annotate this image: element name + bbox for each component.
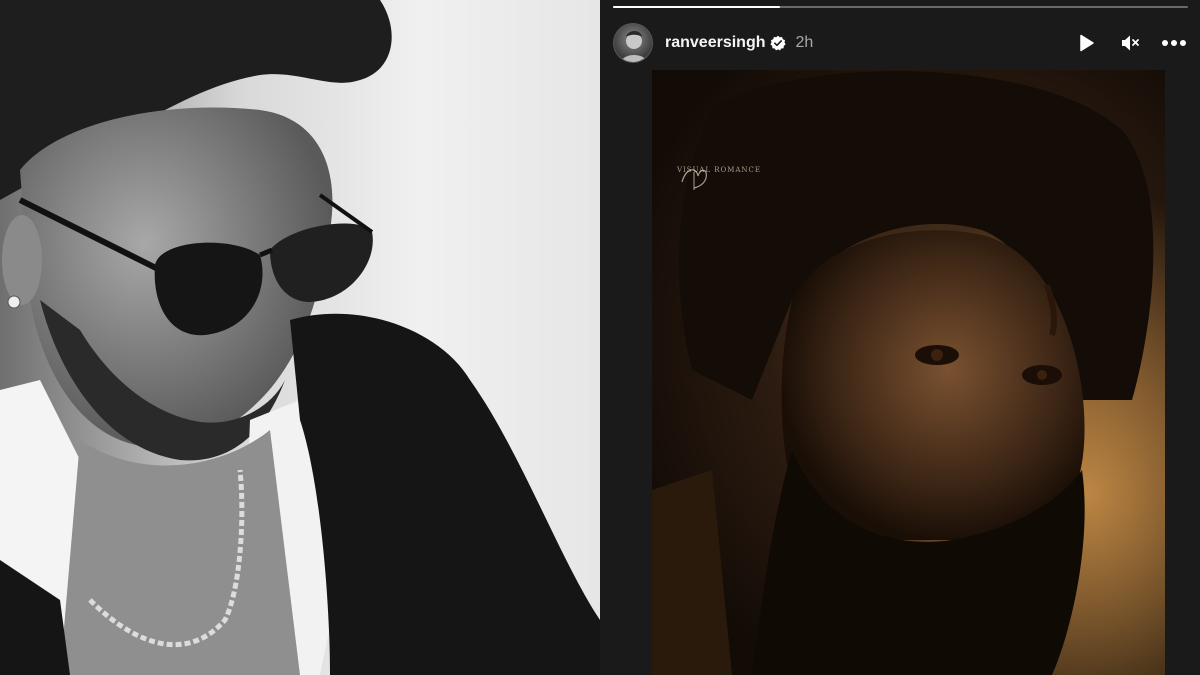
story-image xyxy=(652,70,1165,675)
story-media[interactable]: VISUAL ROMANCE xyxy=(652,70,1165,675)
story-progress-fill xyxy=(613,6,780,8)
avatar-image xyxy=(620,31,648,62)
page: ranveersingh 2h VISUAL ROMANCE xyxy=(0,0,1200,675)
more-options-icon xyxy=(1162,40,1186,46)
play-button[interactable] xyxy=(1072,29,1100,57)
story-progress-bar xyxy=(613,6,1188,8)
story-controls xyxy=(1072,29,1188,57)
portrait-illustration xyxy=(0,0,600,675)
story-header: ranveersingh 2h xyxy=(613,22,1188,64)
more-options-button[interactable] xyxy=(1160,29,1188,57)
portrait-photo xyxy=(0,0,600,675)
story-viewer: ranveersingh 2h VISUAL ROMANCE xyxy=(600,0,1200,675)
story-timestamp: 2h xyxy=(795,34,814,51)
play-icon xyxy=(1080,34,1094,52)
watermark-logo-icon xyxy=(681,169,707,190)
volume-muted-icon xyxy=(1122,35,1139,51)
verified-badge-icon xyxy=(770,35,787,51)
watermark: VISUAL ROMANCE xyxy=(674,162,764,190)
story-username[interactable]: ranveersingh xyxy=(665,34,765,52)
mute-button[interactable] xyxy=(1116,29,1144,57)
avatar[interactable] xyxy=(613,23,653,63)
